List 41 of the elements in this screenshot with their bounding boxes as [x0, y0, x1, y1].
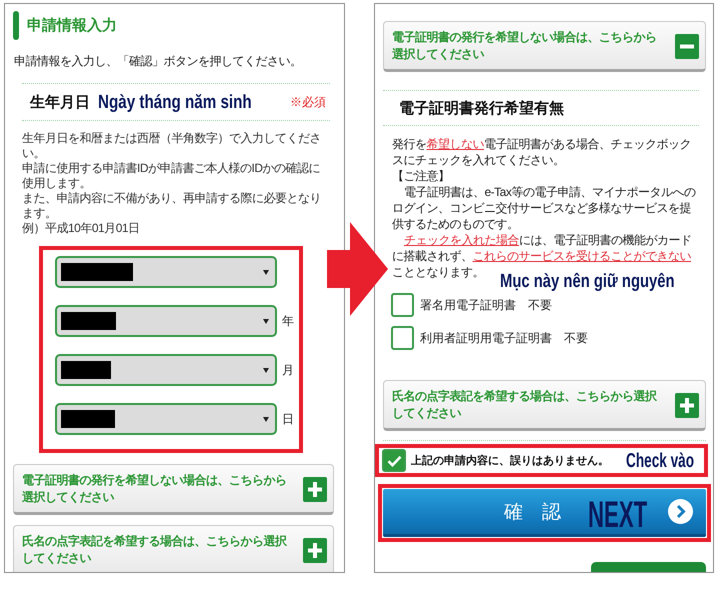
unit-label: 月 — [282, 362, 294, 378]
accordion-button[interactable]: 電子証明書の発行を希望しない場合は、こちらから選択してください — [383, 21, 706, 72]
date-select[interactable] — [55, 354, 277, 386]
chevron-icon — [668, 499, 693, 524]
caret-icon — [263, 270, 269, 274]
caret-icon — [263, 318, 269, 324]
annotation-text: Check vào — [626, 450, 694, 470]
help-text: 生年月日を和暦または西暦（半角数字）で入力してください。 — [22, 131, 322, 161]
accordion-button[interactable]: 電子証明書の発行を希望しない場合は、こちらから選択してください — [13, 464, 334, 515]
annotation-text: NEXT — [588, 496, 648, 533]
checkbox[interactable] — [391, 326, 414, 350]
checkbox-label: 署名用電子証明書 不要 — [420, 296, 552, 314]
agreement-text: 上記の申請内容に、誤りはありません。 — [411, 454, 609, 468]
caret-icon — [263, 368, 269, 372]
right-arrow-icon — [327, 222, 389, 316]
field-label: 生年月日 — [30, 92, 90, 112]
notice-text: 【ご注意】 — [392, 168, 450, 184]
help-text: また、申請内容に不備があり、再申請する際に必要となります。 — [22, 191, 322, 221]
date-select[interactable] — [55, 403, 277, 435]
instruction-text: 申請情報を入力し、「確認」ボタンを押してください。 — [14, 54, 302, 68]
unit-label: 年 — [282, 312, 294, 330]
annotation-text: Ngày tháng năm sinh — [98, 92, 252, 112]
agreement-checkbox[interactable] — [382, 449, 406, 472]
help-text: 申請に使用する申請書IDが申請書ご本人様のIDかの確認に使用します。 — [22, 161, 321, 191]
annotation-text: Mục này nên giữ nguyên — [500, 272, 675, 291]
unit-label: 日 — [282, 410, 294, 428]
checkbox-label: 利用者証明用電子証明書 不要 — [420, 330, 588, 346]
tick-icon — [386, 454, 402, 466]
required-mark: ※必須 — [290, 94, 326, 110]
accordion-button[interactable]: 氏名の点字表記を希望する場合は、こちらから選択してください — [13, 525, 334, 572]
checkbox[interactable] — [391, 293, 414, 317]
section-title: 申請情報入力 — [27, 16, 117, 34]
section-heading: 電子証明書発行希望有無 — [399, 98, 564, 118]
notice-text: 発行を希望しない電子証明書がある場合、チェックボックスにチェックを入れてください。 — [392, 136, 692, 168]
date-select[interactable] — [55, 305, 277, 337]
accent-bar — [13, 11, 19, 40]
date-select[interactable] — [55, 256, 277, 288]
accordion-button[interactable]: 氏名の点字表記を希望する場合は、こちらから選択してください — [383, 380, 706, 431]
help-text: 例）平成10年01月01日 — [22, 221, 141, 236]
notice-text: 電子証明書は、e-Tax等の電子申請、マイナポータルへのログイン、コンビニ交付サービスなど多様なサービスを提供するためのものです。 — [392, 184, 696, 232]
caret-icon — [263, 416, 269, 422]
